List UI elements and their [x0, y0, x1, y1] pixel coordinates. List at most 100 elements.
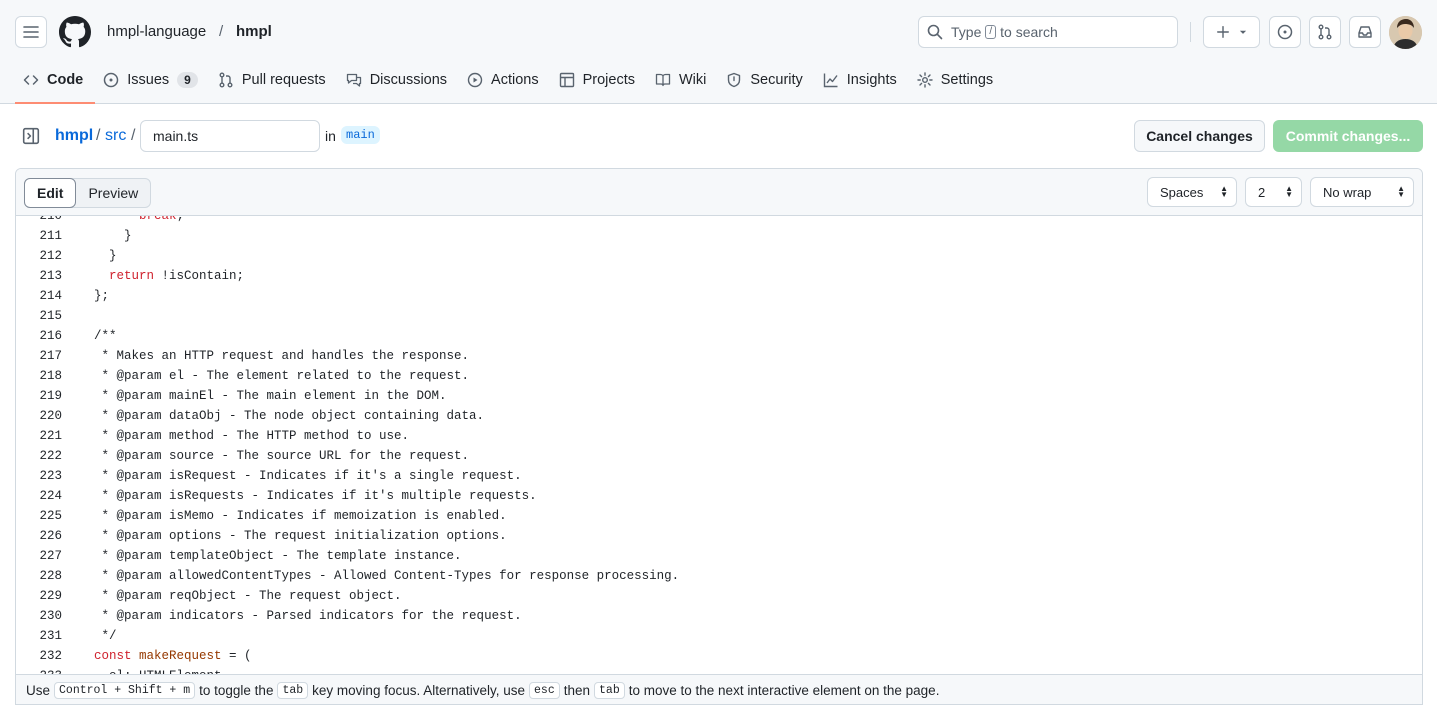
code-line: 218 * @param el - The element related to… — [16, 366, 1422, 386]
issue-opened-icon — [104, 72, 119, 88]
code-line: 211 } — [16, 226, 1422, 246]
code-line: 224 * @param isRequests - Indicates if i… — [16, 486, 1422, 506]
tab-discussions[interactable]: Discussions — [338, 64, 459, 96]
in-label: in — [325, 128, 336, 144]
line-content: * Makes an HTTP request and handles the … — [94, 349, 470, 363]
tab-label: Wiki — [679, 72, 707, 88]
issues-button[interactable] — [1269, 16, 1301, 48]
git-pull-request-icon — [219, 72, 233, 88]
line-content: * @param options - The request initializ… — [94, 529, 507, 543]
line-content: } — [94, 249, 117, 263]
line-content: /** — [94, 329, 117, 343]
line-number: 212 — [39, 249, 62, 263]
search-prefix: Type — [951, 24, 982, 40]
user-avatar[interactable] — [1389, 16, 1422, 49]
hint-key: esc — [529, 682, 560, 699]
line-number: 227 — [39, 549, 62, 563]
code-editor: Edit Preview Spaces ▲ ▼ 2 ▲ ▼ No wrap ▲ ▼ 2… — [15, 168, 1423, 705]
line-content: * @param mainEl - The main element in th… — [94, 389, 447, 403]
indent-mode-value: Spaces — [1160, 184, 1204, 200]
plus-icon — [1216, 26, 1229, 38]
breadcrumb-repo[interactable]: hmpl — [236, 23, 272, 41]
tab-label: Projects — [582, 72, 635, 88]
line-number: 230 — [39, 609, 62, 623]
code-area[interactable]: 210 break; 211 } 212 } 213 return !isContai… — [16, 216, 1422, 674]
code-line: 229 * @param reqObject - The request obj… — [16, 586, 1422, 606]
comment-discussion-icon — [346, 73, 361, 87]
code-line: 225 * @param isMemo - Indicates if memoi… — [16, 506, 1422, 526]
path-repo-link[interactable]: hmpl — [55, 127, 93, 145]
code-icon — [23, 75, 39, 85]
line-content: const makeRequest = ( — [94, 649, 252, 663]
code-line: 214}; — [16, 286, 1422, 306]
code-line: 222 * @param source - The source URL for… — [16, 446, 1422, 466]
branch-badge[interactable]: main — [341, 126, 380, 144]
line-content: * @param indicators - Parsed indicators … — [94, 609, 522, 623]
tab-preview[interactable]: Preview — [76, 179, 150, 207]
code-line: 220 * @param dataObj - The node object c… — [16, 406, 1422, 426]
breadcrumb-owner[interactable]: hmpl-language — [107, 23, 206, 41]
hint-key: tab — [277, 682, 309, 699]
tab-code[interactable]: Code — [15, 64, 96, 104]
tab-insights[interactable]: Insights — [815, 64, 909, 96]
search-input[interactable]: Type / to search — [918, 16, 1178, 48]
line-content: * @param dataObj - The node object conta… — [94, 409, 485, 423]
issue-opened-icon — [1277, 24, 1293, 40]
line-content: * @param el - The element related to the… — [94, 369, 470, 383]
edit-preview-toggle: Edit Preview — [24, 178, 152, 208]
code-line: 212 } — [16, 246, 1422, 266]
table-icon — [559, 72, 574, 88]
tab-pull-requests[interactable]: Pull requests — [210, 64, 338, 96]
commit-changes-button[interactable]: Commit changes... — [1273, 120, 1423, 152]
line-content: } — [94, 229, 132, 243]
tab-label: Discussions — [369, 72, 448, 88]
code-line: 231 */ — [16, 626, 1422, 646]
tab-label: Code — [47, 72, 84, 88]
select-arrows-icon: ▲ ▼ — [1220, 184, 1228, 199]
code-line: 226 * @param options - The request initi… — [16, 526, 1422, 546]
menu-button[interactable] — [15, 16, 47, 48]
tab-settings[interactable]: Settings — [909, 64, 1005, 96]
filename-input[interactable] — [140, 120, 320, 152]
pull-requests-button[interactable] — [1309, 16, 1341, 48]
breadcrumb-separator: / — [219, 23, 224, 40]
path-separator: / — [131, 127, 136, 144]
inbox-button[interactable] — [1349, 16, 1381, 48]
cancel-changes-button[interactable]: Cancel changes — [1134, 120, 1265, 152]
book-icon — [655, 73, 671, 87]
line-number: 231 — [39, 629, 62, 643]
tab-label: Issues — [127, 72, 170, 88]
select-arrows-icon: ▲ ▼ — [1285, 184, 1293, 199]
line-content: * @param templateObject - The template i… — [94, 549, 462, 563]
tab-projects[interactable]: Projects — [551, 64, 647, 96]
hint-text: to toggle the — [199, 683, 274, 698]
hint-text: Use — [26, 683, 51, 698]
indent-size-select[interactable]: 2 ▲ ▼ — [1245, 177, 1302, 207]
code-line: 221 * @param method - The HTTP method to… — [16, 426, 1422, 446]
code-line: 223 * @param isRequest - Indicates if it… — [16, 466, 1422, 486]
line-number: 224 — [39, 489, 62, 503]
create-new-button[interactable] — [1203, 16, 1260, 48]
wrap-mode-select[interactable]: No wrap ▲ ▼ — [1310, 177, 1414, 207]
code-lines: 210 break; 211 } 212 } 213 return !isContai… — [16, 216, 1422, 674]
wrap-mode-value: No wrap — [1323, 184, 1372, 200]
indent-mode-select[interactable]: Spaces ▲ ▼ — [1147, 177, 1237, 207]
tab-issues[interactable]: Issues 9 — [95, 64, 210, 96]
line-content: * @param source - The source URL for the… — [94, 449, 470, 463]
hint-text: key moving focus. Alternatively, use — [312, 683, 526, 698]
path-dir-link[interactable]: src — [105, 127, 126, 145]
tab-security[interactable]: Security — [718, 64, 814, 96]
github-logo-icon[interactable] — [59, 16, 91, 48]
tab-edit[interactable]: Edit — [24, 178, 77, 208]
gear-icon — [917, 72, 933, 88]
line-number: 221 — [39, 429, 62, 443]
line-content: * @param method - The HTTP method to use… — [94, 429, 410, 443]
code-line: 230 * @param indicators - Parsed indicat… — [16, 606, 1422, 626]
line-content: el: HTMLElement — [62, 666, 222, 674]
line-number: 214 — [39, 289, 62, 303]
issues-counter: 9 — [177, 72, 198, 88]
sidebar-expand-icon[interactable] — [22, 127, 40, 145]
focus-hint: Use Control + Shift + m to toggle the ta… — [16, 674, 1422, 704]
tab-wiki[interactable]: Wiki — [647, 64, 718, 96]
tab-actions[interactable]: Actions — [459, 64, 551, 96]
